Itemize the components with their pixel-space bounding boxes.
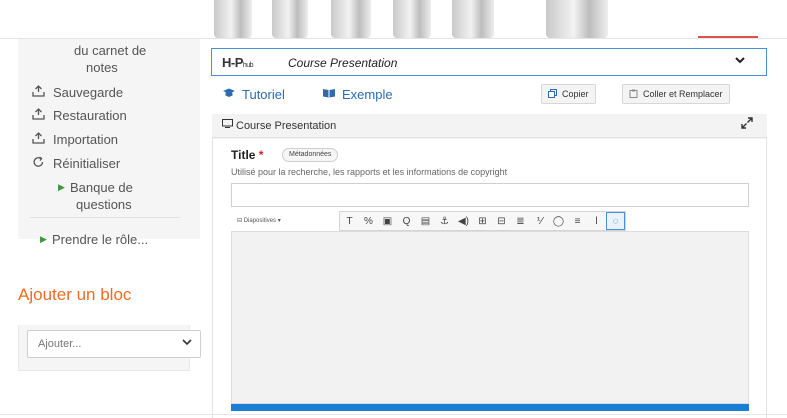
slide-toolbar: ⊟ Diapositives ▾ T % ▣ Q ▤ ⚓ ◀) ⊞ ⊟ ≣ ⅟ … (231, 211, 749, 233)
h5p-logo: H-Phub (222, 55, 254, 70)
book-icon (322, 88, 336, 101)
paste-replace-button-label: Coller et Remplacer (643, 89, 723, 99)
text-tool[interactable]: T (340, 212, 359, 230)
fill-blanks-tool[interactable]: ⊞ (473, 212, 492, 230)
graduation-cap-icon (222, 88, 236, 101)
h5p-logo-text: H-P (222, 55, 243, 70)
title-field-label-text: Title (231, 148, 256, 162)
sidebar-item-label: Prendre le rôle... (52, 232, 149, 247)
upload-tray-icon (32, 85, 48, 101)
dialog-tool[interactable]: ◯ (549, 212, 568, 230)
single-choice-tool[interactable]: ⊟ (492, 212, 511, 230)
slides-dropdown[interactable]: ⊟ Diapositives ▾ (237, 217, 281, 224)
copy-icon (548, 88, 557, 100)
sidebar-item-label: Importation (53, 132, 119, 147)
fullscreen-toggle[interactable] (741, 117, 753, 132)
copy-button-label: Copier (562, 89, 589, 99)
tutorial-link-label: Tutoriel (242, 87, 285, 102)
sidebar-item-label: Réinitialiser (53, 156, 121, 171)
triangle-right-icon: ▶ (40, 234, 47, 244)
h5p-logo-sub: hub (242, 62, 254, 69)
element-tools: T % ▣ Q ▤ ⚓ ◀) ⊞ ⊟ ≣ ⅟ ◯ ≡ ⅼ ◌ (339, 211, 626, 231)
refresh-icon (32, 156, 48, 172)
sidebar-item-label: Restauration (53, 108, 127, 123)
sidebar-item-import[interactable]: Importation (32, 132, 118, 148)
sidebar-item-label: questions (76, 197, 132, 212)
sidebar-divider (30, 217, 180, 218)
sidebar-item-label: notes (86, 60, 118, 75)
slide-canvas[interactable] (231, 231, 749, 404)
example-link-label: Exemple (342, 87, 393, 102)
shape-tool[interactable]: Q (397, 212, 416, 230)
banner-image (214, 0, 252, 38)
title-field-label: Title * (231, 148, 263, 162)
banner-image (546, 0, 608, 38)
sidebar-item-label: Sauvegarde (53, 85, 124, 100)
title-field-help: Utilisé pour la recherche, les rapports … (231, 167, 508, 177)
slide-navigation-bar[interactable] (231, 404, 749, 411)
editor-panel-header: Course Presentation (212, 114, 767, 138)
metadata-button[interactable]: Métadonnées (282, 148, 339, 162)
chevron-down-icon (182, 337, 192, 349)
summary-tool[interactable]: ⅼ (587, 212, 606, 230)
header-banner (0, 0, 787, 38)
paste-replace-button[interactable]: Coller et Remplacer (622, 84, 730, 104)
sidebar-item-gradebook-setup[interactable]: du carnet de notes (74, 42, 146, 76)
editor-panel-title: Course Presentation (236, 120, 337, 132)
add-block-title: Ajouter un bloc (18, 285, 132, 304)
content-type-select[interactable]: H-Phub Course Presentation (211, 48, 767, 76)
more-tools[interactable]: ◌ (606, 212, 625, 230)
banner-image (331, 0, 371, 38)
chevron-down-icon (734, 54, 746, 68)
table-tool[interactable]: ≡ (568, 212, 587, 230)
paste-icon (629, 89, 638, 100)
true-false-tool[interactable]: ⅟ (530, 212, 549, 230)
page-footer-divider (0, 414, 787, 415)
anchor-tool[interactable]: ⚓ (435, 212, 454, 230)
required-mark: * (258, 148, 264, 162)
slides-dropdown-label: Diapositives (243, 218, 277, 224)
sidebar-item-backup[interactable]: Sauvegarde (32, 85, 123, 101)
sidebar-item-restore[interactable]: Restauration (32, 108, 127, 124)
triangle-right-icon: ▶ (58, 182, 65, 192)
upload-tray-icon (32, 132, 48, 148)
sidebar-item-label: Banque de (70, 180, 133, 195)
banner-image (393, 0, 431, 38)
image-tool[interactable]: ▣ (378, 212, 397, 230)
sidebar-item-label: du carnet de (74, 43, 147, 58)
copy-button[interactable]: Copier (541, 84, 596, 104)
presentation-icon (222, 119, 233, 131)
expand-icon (741, 117, 753, 129)
upload-tray-icon (32, 108, 48, 124)
audio-tool[interactable]: ◀) (454, 212, 473, 230)
banner-image (272, 0, 308, 38)
sidebar-item-reset[interactable]: Réinitialiser (32, 156, 120, 172)
sidebar-item-question-bank[interactable]: ▶ Banque de questions (58, 179, 133, 213)
slides-icon: ⊟ (237, 218, 244, 224)
header-accent (698, 36, 758, 38)
banner-image (452, 0, 494, 38)
title-input[interactable] (231, 183, 749, 207)
add-block-select-value: Ajouter... (38, 338, 82, 350)
sidebar-item-switch-role[interactable]: ▶ Prendre le rôle... (40, 231, 148, 248)
add-block-select[interactable]: Ajouter... (27, 330, 201, 358)
tutorial-link[interactable]: Tutoriel (222, 87, 285, 102)
multi-choice-tool[interactable]: ≣ (511, 212, 530, 230)
content-type-name: Course Presentation (288, 56, 398, 70)
example-link[interactable]: Exemple (322, 87, 393, 102)
link-tool[interactable]: % (359, 212, 378, 230)
video-tool[interactable]: ▤ (416, 212, 435, 230)
